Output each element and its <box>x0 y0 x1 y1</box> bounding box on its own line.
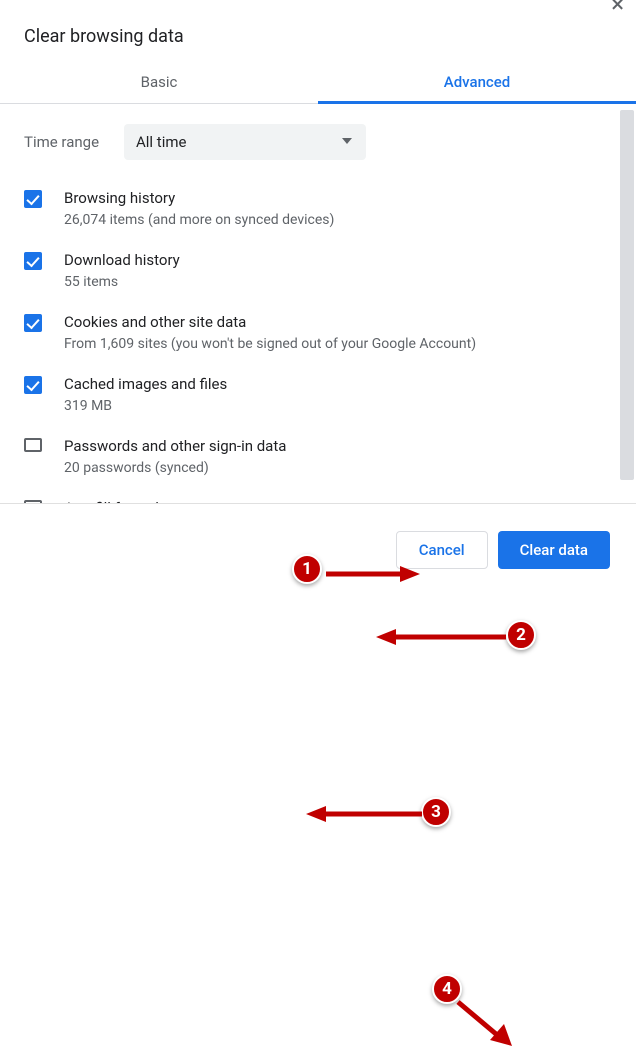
scrollbar[interactable] <box>620 110 634 498</box>
clear-data-button[interactable]: Clear data <box>498 531 610 569</box>
close-icon[interactable]: × <box>611 0 624 18</box>
item-browsing-history: Browsing history 26,074 items (and more … <box>24 178 612 240</box>
checkbox-download-history[interactable] <box>24 252 42 270</box>
item-autofill: Autofill form data <box>24 488 612 504</box>
annotation-badge-4: 4 <box>432 974 462 1004</box>
item-passwords: Passwords and other sign-in data 20 pass… <box>24 426 612 488</box>
tab-basic[interactable]: Basic <box>0 63 318 103</box>
item-title: Download history <box>64 250 180 270</box>
clear-browsing-data-dialog: × Clear browsing data Basic Advanced Tim… <box>0 0 636 591</box>
item-subtitle: 20 passwords (synced) <box>64 458 286 478</box>
checkbox-cache[interactable] <box>24 376 42 394</box>
tab-advanced[interactable]: Advanced <box>318 63 636 103</box>
tab-bar: Basic Advanced <box>0 63 636 104</box>
dropdown-icon <box>342 138 352 144</box>
checkbox-browsing-history[interactable] <box>24 190 42 208</box>
item-title: Cached images and files <box>64 374 227 394</box>
scroll-thumb[interactable] <box>620 110 634 480</box>
time-range-value: All time <box>136 133 186 151</box>
item-title: Cookies and other site data <box>64 312 476 332</box>
cancel-button[interactable]: Cancel <box>396 531 488 569</box>
time-range-select[interactable]: All time <box>124 124 366 160</box>
item-cookies: Cookies and other site data From 1,609 s… <box>24 302 612 364</box>
time-range-label: Time range <box>24 133 124 151</box>
checkbox-autofill[interactable] <box>24 500 42 504</box>
annotation-arrow-2 <box>374 627 506 647</box>
annotation-arrow-3 <box>304 804 422 824</box>
annotation-badge-2: 2 <box>506 620 536 650</box>
item-subtitle: From 1,609 sites (you won't be signed ou… <box>64 334 476 354</box>
item-subtitle: 26,074 items (and more on synced devices… <box>64 210 334 230</box>
item-title: Autofill form data <box>64 498 180 504</box>
dialog-title: Clear browsing data <box>0 0 636 63</box>
annotation-arrow-4 <box>456 1000 516 1050</box>
checkbox-cookies[interactable] <box>24 314 42 332</box>
checkbox-passwords[interactable] <box>24 438 42 452</box>
item-download-history: Download history 55 items <box>24 240 612 302</box>
annotation-badge-3: 3 <box>421 797 451 827</box>
dialog-body: Time range All time Browsing history 26,… <box>0 104 636 504</box>
dialog-actions: Cancel Clear data <box>396 531 610 569</box>
item-subtitle: 55 items <box>64 272 180 292</box>
time-range-row: Time range All time <box>24 104 612 178</box>
annotation-badge-1: 1 <box>292 554 322 584</box>
item-cache: Cached images and files 319 MB <box>24 364 612 426</box>
item-title: Browsing history <box>64 188 334 208</box>
item-subtitle: 319 MB <box>64 396 227 416</box>
item-title: Passwords and other sign-in data <box>64 436 286 456</box>
